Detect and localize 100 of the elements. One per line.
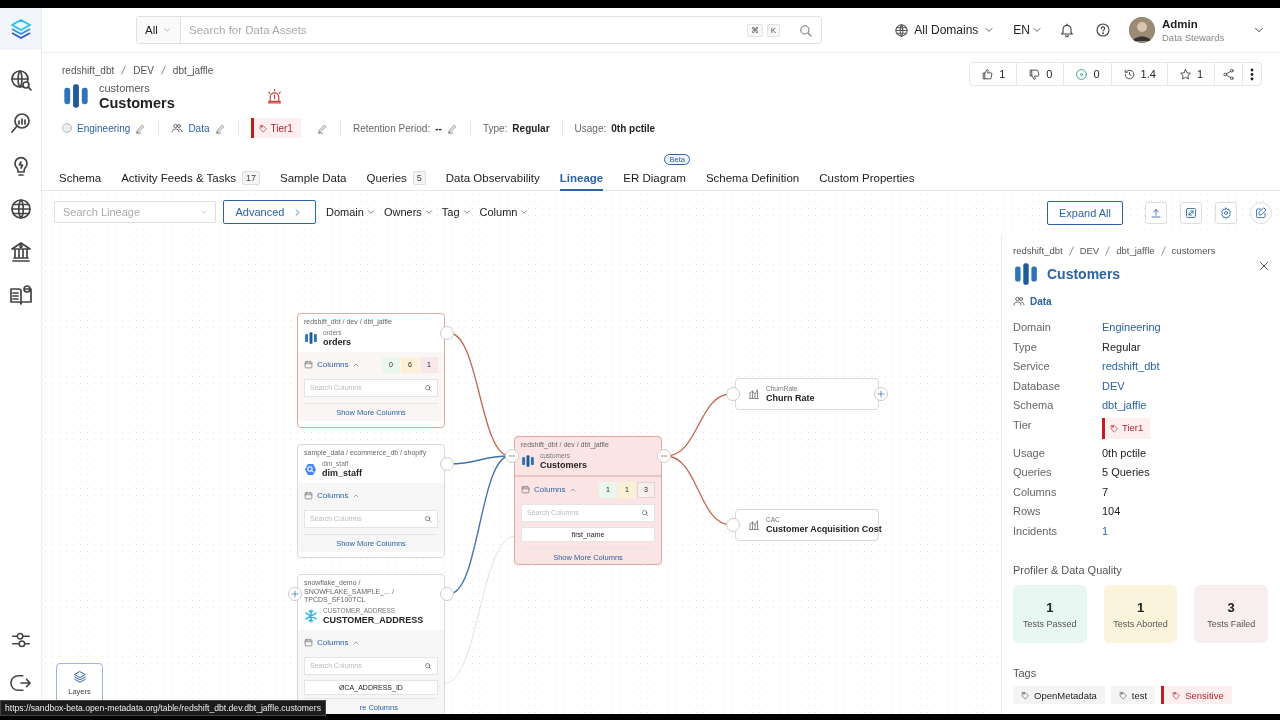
connection-handle[interactable]: [726, 387, 740, 401]
tab[interactable]: Sample Data: [280, 170, 347, 191]
node-title: Customer Acquisition Cost: [766, 524, 882, 534]
node-title: CUSTOMER_ADDRESS: [323, 615, 424, 625]
export-button[interactable]: [1145, 202, 1167, 224]
detail-value: Regular: [1102, 340, 1141, 353]
node-title: Churn Rate: [766, 393, 815, 403]
breadcrumb-link[interactable]: dbt_jaffle: [1116, 245, 1155, 256]
tab[interactable]: Schema: [59, 170, 102, 191]
tier-tag[interactable]: Tier1: [1102, 417, 1151, 439]
chart-icon: [748, 388, 760, 400]
connection-handle[interactable]: [440, 326, 454, 340]
filter-dropdown[interactable]: Owners: [383, 206, 434, 218]
plus-icon: [876, 389, 886, 399]
entity-name: customers: [99, 81, 151, 94]
detail-label: Type: [1013, 339, 1038, 354]
breadcrumb-link[interactable]: DEV: [133, 64, 154, 76]
edit-icon: [316, 122, 328, 134]
breadcrumb-link[interactable]: dbt_jaffle: [172, 64, 214, 76]
filter-dropdown[interactable]: Column: [479, 206, 530, 218]
breadcrumb-link[interactable]: redshift_dbt: [1013, 245, 1063, 256]
user-role: Data Stewards: [1162, 31, 1226, 43]
entity-title: Customers: [99, 94, 175, 111]
domain-dropdown[interactable]: All Domains: [894, 22, 996, 38]
breadcrumb-link[interactable]: DEV: [1079, 245, 1100, 256]
detail-value: 7: [1102, 485, 1109, 498]
version-button[interactable]: 1.4: [1111, 63, 1168, 85]
avatar[interactable]: [1129, 17, 1155, 43]
logo-icon[interactable]: [8, 17, 33, 41]
table-icon: [521, 454, 535, 468]
expand-all-button[interactable]: Expand All: [1047, 201, 1123, 225]
connection-handle[interactable]: [440, 587, 454, 601]
share-icon: [1222, 67, 1235, 81]
detail-link[interactable]: Engineering: [1102, 321, 1161, 333]
fit-view-button[interactable]: [1180, 202, 1202, 224]
collapse-button[interactable]: [505, 449, 519, 463]
expand-button[interactable]: [874, 387, 888, 401]
dislike-icon: [1028, 67, 1042, 81]
property-label: Type:: [482, 122, 508, 134]
detail-link[interactable]: dbt_jaffle: [1102, 399, 1147, 411]
tab[interactable]: Activity Feeds & Tasks 17: [121, 170, 261, 191]
owners-icon: [171, 122, 184, 134]
owner-link[interactable]: Data: [1030, 295, 1052, 307]
detail-link[interactable]: DEV: [1102, 379, 1125, 392]
columns-toggle[interactable]: Columns: [534, 485, 577, 494]
expand-button[interactable]: [288, 587, 302, 601]
advanced-button[interactable]: Advanced: [223, 200, 316, 224]
tab[interactable]: ER Diagram: [623, 170, 686, 191]
detail-label: Queries: [1013, 465, 1053, 480]
columns-toggle[interactable]: Columns: [317, 638, 360, 647]
chevron-down-icon: [519, 207, 530, 217]
star-button[interactable]: 1: [1167, 63, 1215, 85]
detail-label: Domain: [1013, 320, 1052, 335]
detail-link[interactable]: redshift_dbt: [1102, 360, 1160, 372]
tag-chip[interactable]: OpenMetadata: [1013, 686, 1105, 704]
collapse-button[interactable]: [657, 449, 671, 463]
connection-handle[interactable]: [726, 518, 740, 532]
calendar-icon: [304, 491, 313, 500]
panel-title[interactable]: Customers: [1047, 266, 1121, 282]
database-icon: [304, 462, 317, 476]
edit-icon: [135, 122, 147, 134]
watch-button[interactable]: 0: [1064, 63, 1112, 85]
filter-dropdown[interactable]: Tag: [441, 206, 472, 218]
tag-chip[interactable]: test: [1110, 686, 1156, 704]
tab[interactable]: Queries 5: [366, 170, 426, 191]
tab[interactable]: Data Observability: [445, 170, 540, 191]
chevron-down-icon: [365, 207, 376, 217]
owners-icon: [1013, 295, 1025, 307]
detail-link[interactable]: 1: [1102, 524, 1109, 537]
bank-icon: [8, 239, 33, 264]
test-count: 1: [1136, 599, 1145, 615]
language-dropdown[interactable]: EN: [1013, 23, 1043, 37]
domain-icon: [62, 123, 72, 133]
help-icon: [1095, 22, 1111, 38]
tab[interactable]: Custom Properties: [819, 170, 915, 191]
test-count: 3: [1227, 599, 1235, 615]
columns-toggle[interactable]: Columns: [317, 491, 360, 500]
search-icon: [424, 661, 432, 670]
filter-dropdown[interactable]: Domain: [326, 206, 376, 218]
breadcrumb-link[interactable]: redshift_dbt: [62, 64, 115, 76]
settings-button[interactable]: [1215, 202, 1237, 224]
edit-button[interactable]: [1250, 202, 1272, 224]
breadcrumb-link[interactable]: customers: [1171, 245, 1216, 256]
detail-label: Incidents: [1013, 523, 1059, 538]
tier-tag[interactable]: Tier1: [250, 118, 301, 138]
like-button[interactable]: 1: [970, 63, 1018, 85]
tag-chip[interactable]: Sensitive: [1161, 686, 1232, 704]
domain-link[interactable]: Engineering: [77, 122, 131, 134]
test-count: 1: [1046, 599, 1054, 615]
property-value: 0th pctile: [611, 122, 656, 134]
tab[interactable]: Schema Definition: [705, 170, 800, 191]
owner-link[interactable]: Data: [188, 122, 210, 134]
watch-icon: [1075, 67, 1089, 81]
calendar-icon: [521, 485, 530, 494]
columns-toggle[interactable]: Columns: [317, 360, 360, 369]
explore-icon: [8, 67, 33, 92]
dislike-button[interactable]: 0: [1017, 63, 1065, 85]
like-icon: [981, 67, 995, 81]
connection-handle[interactable]: [440, 457, 454, 471]
layers-icon: [72, 669, 87, 684]
